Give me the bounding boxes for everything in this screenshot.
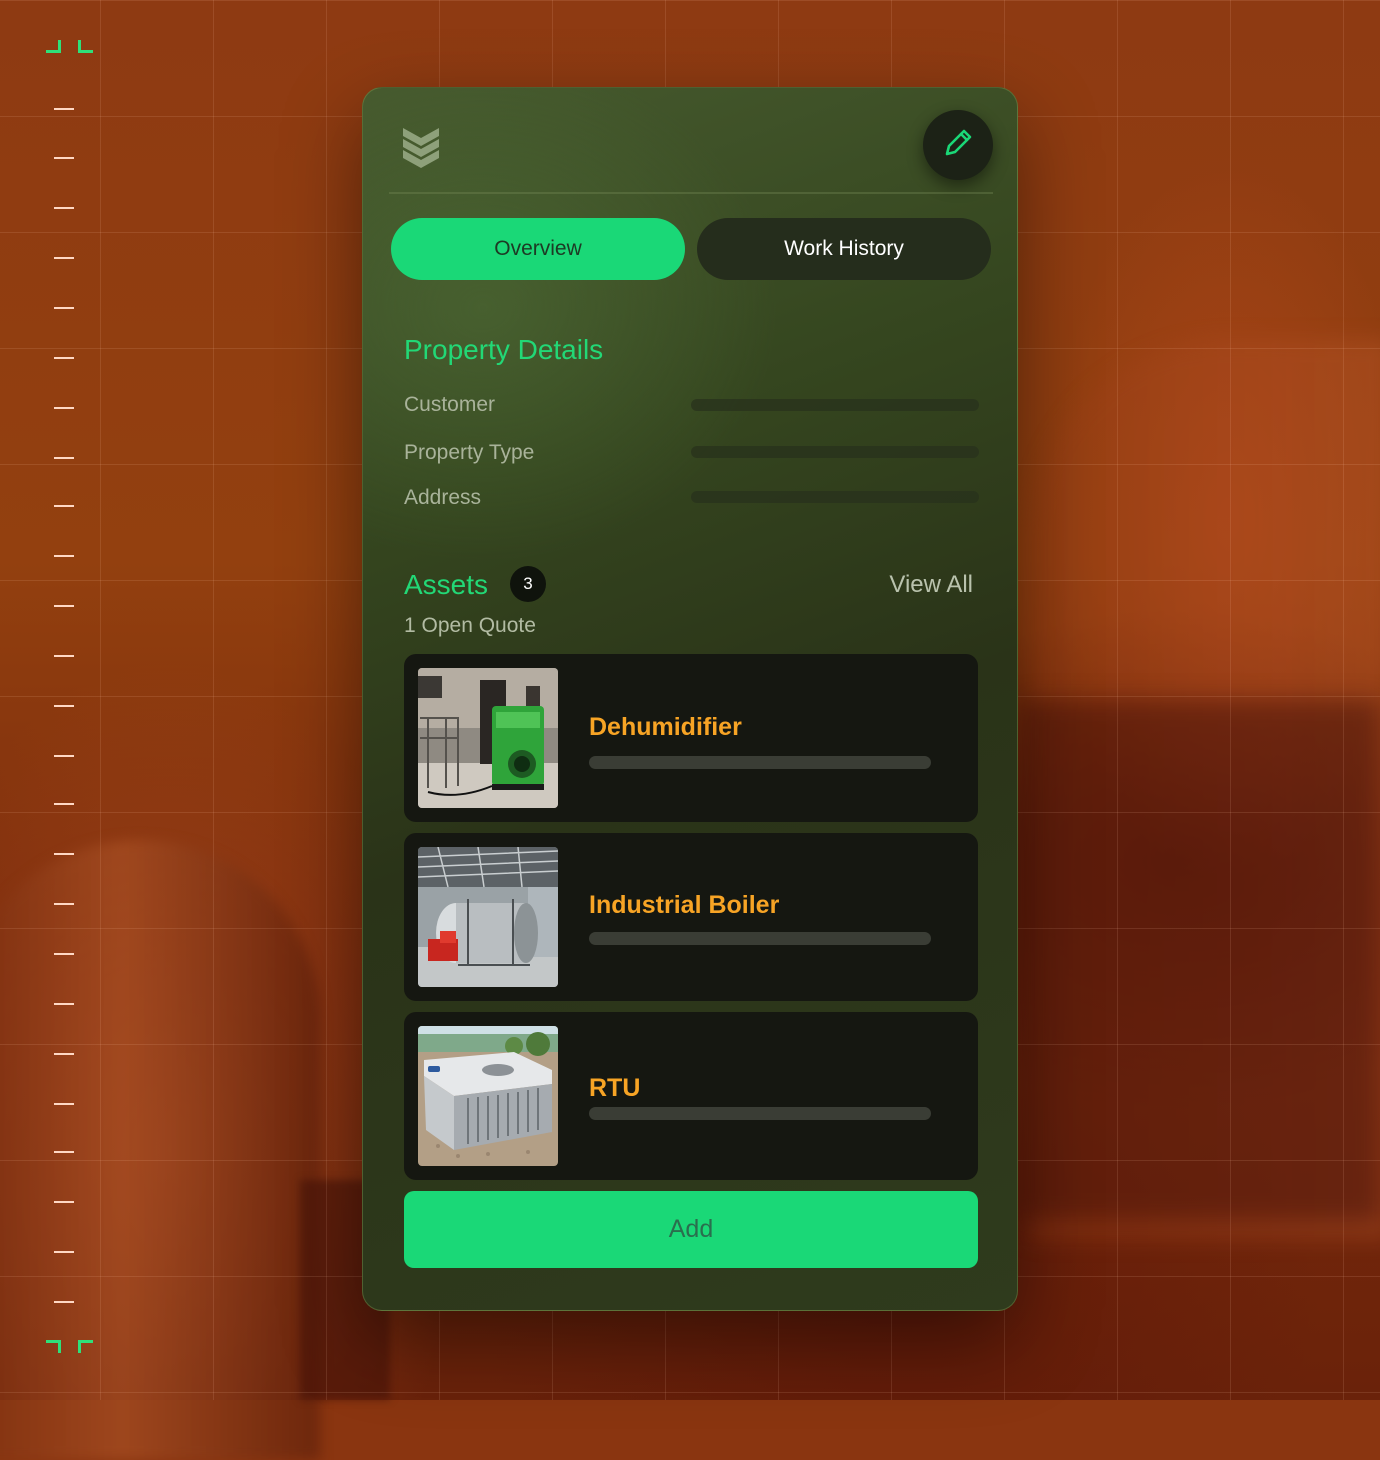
ruler-tick <box>54 853 74 855</box>
ruler-tick <box>54 705 74 707</box>
ruler-corner-icon <box>46 40 61 53</box>
ruler-tick <box>54 605 74 607</box>
pencil-icon <box>941 126 975 165</box>
property-card: Overview Work History Property Details C… <box>362 87 1018 1311</box>
ruler-corner-icon <box>78 40 93 53</box>
ruler-tick <box>54 555 74 557</box>
ruler-tick <box>54 1053 74 1055</box>
asset-card-industrial-boiler[interactable]: Industrial Boiler <box>404 833 978 1001</box>
open-quote-text: 1 Open Quote <box>404 614 536 637</box>
ruler-tick <box>54 1003 74 1005</box>
assets-count-badge: 3 <box>510 566 546 602</box>
asset-name: Industrial Boiler <box>589 891 780 919</box>
view-all-link[interactable]: View All <box>889 571 973 599</box>
address-label: Address <box>404 486 482 509</box>
tab-work-history-label: Work History <box>784 237 904 260</box>
ruler-tick <box>54 357 74 359</box>
ruler-tick <box>54 505 74 507</box>
ruler-corner-icon <box>78 1340 93 1353</box>
ruler-tick <box>54 157 74 159</box>
asset-detail-placeholder <box>589 932 931 945</box>
ruler-tick <box>54 903 74 905</box>
ruler-tick <box>54 1301 74 1303</box>
asset-card-rtu[interactable]: RTU <box>404 1012 978 1180</box>
assets-title: Assets <box>404 569 489 600</box>
ruler-corner-icon <box>46 1340 61 1353</box>
ruler-tick <box>54 457 74 459</box>
ruler-tick <box>54 755 74 757</box>
customer-value-placeholder <box>691 399 979 411</box>
tab-overview[interactable]: Overview <box>391 218 685 280</box>
asset-card-dehumidifier[interactable]: Dehumidifier <box>404 654 978 822</box>
ruler-tick <box>54 108 74 110</box>
edit-button[interactable] <box>923 110 993 180</box>
ruler-tick <box>54 207 74 209</box>
ruler-tick <box>54 257 74 259</box>
ruler-tick <box>54 803 74 805</box>
ruler-tick <box>54 1201 74 1203</box>
asset-name: Dehumidifier <box>589 713 742 741</box>
property-type-value-placeholder <box>691 446 979 458</box>
add-button-label: Add <box>668 1215 714 1243</box>
tab-work-history[interactable]: Work History <box>697 218 991 280</box>
tab-overview-label: Overview <box>494 237 582 260</box>
industrial-boiler-image <box>418 847 558 987</box>
header-divider <box>389 192 993 194</box>
property-type-label: Property Type <box>404 441 535 464</box>
customer-label: Customer <box>404 393 496 416</box>
ruler-tick <box>54 655 74 657</box>
ruler-tick <box>54 1103 74 1105</box>
address-value-placeholder <box>691 491 979 503</box>
ruler-tick <box>54 1251 74 1253</box>
dehumidifier-image <box>418 668 558 808</box>
property-details-title: Property Details <box>404 334 604 365</box>
rtu-image <box>418 1026 558 1166</box>
ruler-tick <box>54 1151 74 1153</box>
add-button[interactable]: Add <box>404 1191 978 1268</box>
asset-detail-placeholder <box>589 1107 931 1120</box>
asset-name: RTU <box>589 1074 641 1102</box>
ruler-tick <box>54 953 74 955</box>
ruler-tick <box>54 307 74 309</box>
ruler-tick <box>54 407 74 409</box>
stacked-chevrons-logo-icon <box>401 126 441 170</box>
asset-detail-placeholder <box>589 756 931 769</box>
